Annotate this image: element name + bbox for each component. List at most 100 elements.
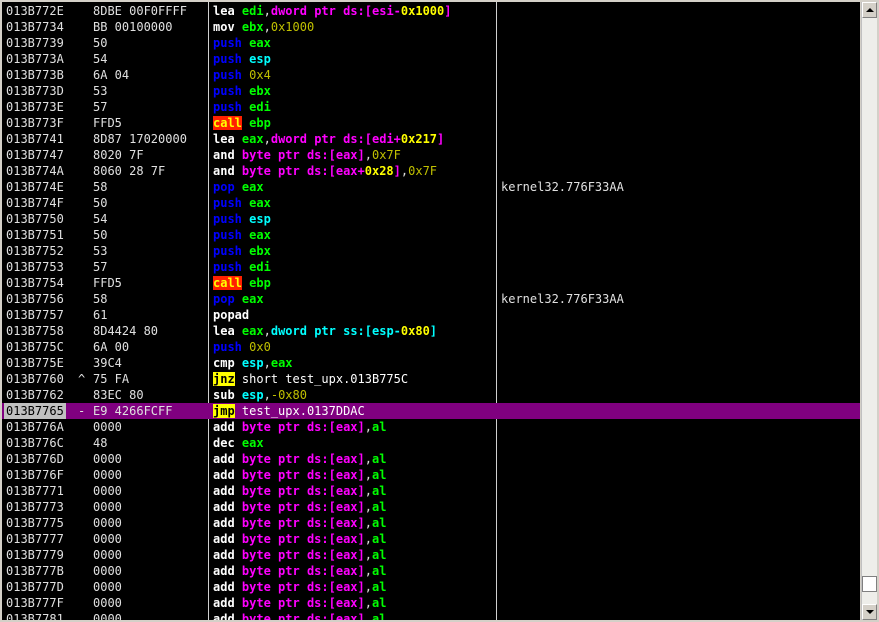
instruction-operand: byte ptr ds:[eax] [241,516,365,530]
row-instruction: push edi [213,259,271,275]
row-address: 013B773A [6,52,64,66]
row-instruction: lea eax,dword ptr ss:[esp-0x80] [213,323,437,339]
disasm-row[interactable]: 013B7781 0000 add byte ptr ds:[eax],al [2,611,860,620]
instruction-operand: al [371,580,387,594]
instruction-operand: al [371,548,387,562]
disasm-row[interactable]: 013B773A 54 push esp [2,51,860,67]
row-bytes: 57 [93,260,108,274]
instruction-mnemonic: pop [213,180,235,194]
disasm-row[interactable]: 013B7752 53 push ebx [2,243,860,259]
instruction-operand: edi [249,260,271,274]
row-bytes: 57 [93,100,108,114]
instruction-operand [235,484,242,498]
row-instruction: push esp [213,211,271,227]
instruction-operand: 0x28 [364,164,394,178]
row-bytes: 6A 00 [93,340,130,354]
instruction-operand: byte ptr ds:[eax] [241,468,365,482]
disasm-row[interactable]: 013B777D 0000 add byte ptr ds:[eax],al [2,579,860,595]
row-instruction: popad [213,307,249,323]
disasm-row[interactable]: 013B7753 57 push edi [2,259,860,275]
row-address: 013B7762 [6,388,64,402]
row-address: 013B7752 [6,244,64,258]
instruction-operand: al [371,500,387,514]
instruction-operand: eax [241,180,264,194]
instruction-mnemonic: push [213,244,242,258]
row-instruction: pop eax [213,179,264,195]
row-address: 013B7750 [6,212,64,226]
disasm-row[interactable]: 013B7750 54 push esp [2,211,860,227]
disasm-row[interactable]: 013B7754 FFD5 call ebp [2,275,860,291]
instruction-mnemonic: add [213,420,235,434]
row-bytes: 8D4424 80 [93,324,159,338]
disasm-row[interactable]: 013B773E 57 push edi [2,99,860,115]
disasm-row[interactable]: 013B7762 83EC 80 sub esp,-0x80 [2,387,860,403]
row-bytes: 0000 [93,580,122,594]
scrollbar-thumb[interactable] [862,576,877,592]
instruction-operand: dword ptr ds:[edi+ [270,132,401,146]
instruction-operand: byte ptr ds:[eax] [241,564,365,578]
instruction-operand [235,564,242,578]
instruction-mnemonic: call [213,116,242,130]
instruction-mnemonic: popad [213,308,250,322]
row-instruction: push 0x4 [213,67,271,83]
instruction-operand: byte ptr ds:[eax] [241,596,365,610]
instruction-operand: , [364,420,372,434]
disasm-row[interactable]: 013B7775 0000 add byte ptr ds:[eax],al [2,515,860,531]
disasm-row[interactable]: 013B773D 53 push ebx [2,83,860,99]
disasm-row[interactable]: 013B776C 48 dec eax [2,435,860,451]
disasm-row[interactable]: 013B774A 8060 28 7F and byte ptr ds:[eax+0… [2,163,860,179]
disasm-row[interactable]: 013B7771 0000 add byte ptr ds:[eax],al [2,483,860,499]
row-instruction: and byte ptr ds:[eax],0x7F [213,147,401,163]
row-instruction: cmp esp,eax [213,355,293,371]
disasm-row[interactable]: 013B7773 0000 add byte ptr ds:[eax],al [2,499,860,515]
scroll-up-arrow-icon[interactable] [862,2,877,18]
disasm-row[interactable]: 013B775E 39C4 cmp esp,eax [2,355,860,371]
instruction-operand [235,132,242,146]
instruction-operand: edi [241,4,264,18]
disasm-row[interactable]: 013B773F FFD5 call ebp [2,115,860,131]
row-instruction: sub esp,-0x80 [213,387,307,403]
disasm-row-selected[interactable]: 013B7765- E9 4266FCFF jmp test_upx.0137DDA… [2,403,860,419]
disasm-row[interactable]: 013B7734 BB 00100000 mov ebx,0x1000 [2,19,860,35]
disasm-row[interactable]: 013B772E 8DBE 00F0FFFF lea edi,dword ptr d… [2,3,860,19]
disasm-row[interactable]: 013B7777 0000 add byte ptr ds:[eax],al [2,531,860,547]
disasm-row[interactable]: 013B7758 8D4424 80 lea eax,dword ptr ss:[e… [2,323,860,339]
instruction-operand: eax [241,132,264,146]
row-address: 013B776D [6,452,64,466]
disasm-row[interactable]: 013B7757 61 popad [2,307,860,323]
row-bytes: 0000 [93,548,122,562]
instruction-operand: esp [249,212,271,226]
disasm-row[interactable]: 013B775C 6A 00 push 0x0 [2,339,860,355]
instruction-operand: al [371,484,387,498]
disasm-row[interactable]: 013B7760 ^ 75 FA jnz short test_upx.013B775… [2,371,860,387]
instruction-operand [235,324,242,338]
instruction-mnemonic: dec [213,436,235,450]
disasm-row[interactable]: 013B7739 50 push eax [2,35,860,51]
disasm-row[interactable]: 013B7779 0000 add byte ptr ds:[eax],al [2,547,860,563]
instruction-operand [235,388,242,402]
disasm-row[interactable]: 013B7747 8020 7F and byte ptr ds:[eax],0x7… [2,147,860,163]
instruction-operand: esp [249,52,271,66]
disasm-row[interactable]: 013B7741 8D87 17020000 lea eax,dword ptr d… [2,131,860,147]
row-comment: kernel32.776F33AA [501,292,624,306]
instruction-mnemonic: cmp [213,356,235,370]
disasm-row[interactable]: 013B774E 58 pop eax kernel32.776F33AA [2,179,860,195]
disasm-row[interactable]: 013B7751 50 push eax [2,227,860,243]
instruction-operand: -0x80 [270,388,307,402]
disasm-row[interactable]: 013B776D 0000 add byte ptr ds:[eax],al [2,451,860,467]
vertical-scrollbar[interactable] [861,2,877,620]
instruction-operand: , [364,548,372,562]
scroll-down-arrow-icon[interactable] [862,604,877,620]
disasm-row[interactable]: 013B7756 58 pop eax kernel32.776F33AA [2,291,860,307]
disassembly-pane[interactable]: 013B772E 8DBE 00F0FFFF lea edi,dword ptr d… [2,2,860,620]
disasm-row[interactable]: 013B776F 0000 add byte ptr ds:[eax],al [2,467,860,483]
disasm-row[interactable]: 013B776A 0000 add byte ptr ds:[eax],al [2,419,860,435]
disasm-row[interactable]: 013B777B 0000 add byte ptr ds:[eax],al [2,563,860,579]
instruction-operand: al [371,596,387,610]
row-address: 013B774E [6,180,64,194]
disasm-row[interactable]: 013B773B 6A 04 push 0x4 [2,67,860,83]
disasm-row[interactable]: 013B774F 50 push eax [2,195,860,211]
disasm-row[interactable]: 013B777F 0000 add byte ptr ds:[eax],al [2,595,860,611]
row-address: 013B7775 [6,516,64,530]
instruction-mnemonic: push [213,100,242,114]
